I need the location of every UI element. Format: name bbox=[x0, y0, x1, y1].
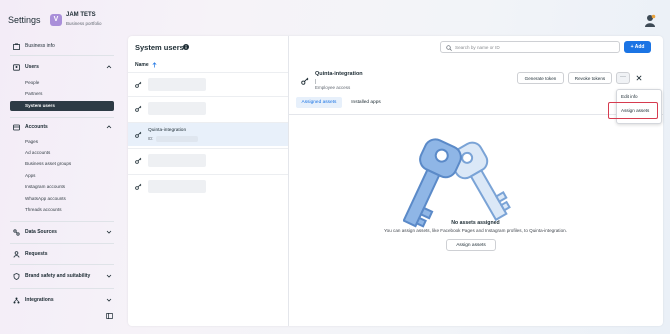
profile-avatar-icon[interactable] bbox=[644, 14, 656, 27]
key-icon bbox=[135, 183, 142, 190]
key-icon bbox=[135, 81, 142, 88]
sidebar: Business info Users People Partners Syst… bbox=[0, 36, 124, 326]
portfolio-name[interactable]: JAM TETS bbox=[66, 12, 96, 18]
main-panel: System users Name Quinta-integration ID: bbox=[128, 36, 663, 326]
sidebar-section-brand-safety[interactable]: Brand safety and suitability bbox=[12, 271, 90, 281]
add-button[interactable]: + Add bbox=[624, 41, 651, 53]
page-title: System users bbox=[135, 43, 184, 52]
sidebar-section-users[interactable]: Users bbox=[12, 62, 39, 72]
list-item[interactable] bbox=[128, 72, 288, 96]
list-item[interactable] bbox=[128, 96, 288, 120]
divider bbox=[10, 117, 114, 118]
menu-item-edit-info[interactable]: Edit info bbox=[621, 94, 638, 99]
divider bbox=[10, 264, 114, 265]
accounts-icon bbox=[12, 123, 21, 132]
search-box[interactable] bbox=[440, 41, 620, 53]
highlight-box bbox=[608, 102, 658, 119]
redacted-name bbox=[148, 180, 206, 193]
sidebar-section-label: Accounts bbox=[25, 124, 48, 130]
sort-arrow-up-icon[interactable] bbox=[152, 62, 157, 68]
sidebar-item-pages[interactable]: Pages bbox=[25, 139, 38, 144]
sidebar-item-whatsapp-accounts[interactable]: WhatsApp accounts bbox=[25, 196, 66, 201]
key-icon bbox=[135, 105, 142, 112]
users-icon bbox=[12, 63, 21, 72]
chevron-up-icon[interactable] bbox=[106, 64, 112, 70]
divider bbox=[10, 288, 114, 289]
key-icon bbox=[301, 77, 309, 85]
redacted-id bbox=[315, 79, 316, 84]
assign-assets-button[interactable]: Assign assets bbox=[446, 239, 496, 251]
portfolio-subtitle: Business portfolio bbox=[66, 21, 102, 26]
list-item[interactable] bbox=[128, 174, 288, 198]
data-sources-icon bbox=[12, 228, 21, 237]
sidebar-item-threads-accounts[interactable]: Threads accounts bbox=[25, 207, 62, 212]
empty-state-title: No assets assigned bbox=[451, 220, 500, 226]
sidebar-item-requests[interactable]: Requests bbox=[12, 249, 48, 259]
sidebar-item-system-users[interactable]: System users bbox=[10, 101, 114, 111]
redacted-id bbox=[156, 136, 198, 142]
key-icon bbox=[135, 131, 142, 138]
sidebar-item-ad-accounts[interactable]: Ad accounts bbox=[25, 150, 50, 155]
tab-installed-apps[interactable]: Installed apps bbox=[346, 97, 386, 108]
sidebar-section-label: Brand safety and suitability bbox=[25, 273, 91, 279]
sidebar-item-apps[interactable]: Apps bbox=[25, 173, 35, 178]
system-users-list-panel: System users Name Quinta-integration ID: bbox=[128, 36, 289, 326]
chevron-down-icon[interactable] bbox=[106, 229, 112, 235]
name-column-header[interactable]: Name bbox=[135, 62, 149, 68]
portfolio-avatar[interactable]: V bbox=[50, 14, 62, 26]
sidebar-section-label: Data Sources bbox=[25, 229, 57, 235]
sidebar-item-business-info[interactable]: Business info bbox=[12, 41, 55, 51]
divider bbox=[10, 221, 114, 222]
divider bbox=[288, 114, 663, 115]
divider bbox=[10, 55, 114, 56]
search-icon bbox=[446, 44, 452, 51]
detail-user-role: Employee access bbox=[315, 85, 351, 90]
chevron-down-icon[interactable] bbox=[106, 273, 112, 279]
sidebar-item-label: Requests bbox=[25, 251, 48, 257]
close-icon[interactable] bbox=[636, 75, 642, 81]
divider bbox=[10, 243, 114, 244]
revoke-tokens-button[interactable]: Revoke tokens bbox=[568, 72, 612, 84]
info-icon[interactable] bbox=[183, 44, 189, 50]
tab-assigned-assets[interactable]: Assigned assets bbox=[296, 97, 342, 108]
integrations-icon bbox=[12, 296, 21, 305]
collapse-sidebar-icon[interactable] bbox=[106, 313, 113, 319]
sidebar-section-integrations[interactable]: Integrations bbox=[12, 295, 54, 305]
shield-icon bbox=[12, 272, 21, 281]
sidebar-item-instagram-accounts[interactable]: Instagram accounts bbox=[25, 184, 65, 189]
redacted-name bbox=[148, 154, 206, 167]
redacted-name bbox=[148, 102, 206, 115]
key-icon bbox=[135, 157, 142, 164]
search-input[interactable] bbox=[455, 43, 615, 51]
sidebar-item-label: Business info bbox=[25, 43, 55, 49]
user-name: Quinta-integration bbox=[148, 128, 187, 133]
generate-token-button[interactable]: Generate token bbox=[517, 72, 564, 84]
chevron-up-icon[interactable] bbox=[106, 124, 112, 130]
sidebar-section-label: Integrations bbox=[25, 297, 54, 303]
app-title: Settings bbox=[8, 15, 41, 25]
building-icon bbox=[12, 42, 21, 51]
sidebar-item-partners[interactable]: Partners bbox=[25, 91, 42, 96]
detail-user-name: Quinta-integration bbox=[315, 71, 363, 77]
user-id-label: ID: bbox=[148, 136, 154, 141]
list-item-selected[interactable]: Quinta-integration ID: bbox=[128, 122, 288, 146]
top-bar: Settings V JAM TETS Business portfolio bbox=[0, 0, 670, 36]
sidebar-section-label: Users bbox=[25, 64, 39, 70]
redacted-name bbox=[148, 78, 206, 91]
chevron-down-icon[interactable] bbox=[106, 297, 112, 303]
sidebar-item-business-asset-groups[interactable]: Business asset groups bbox=[25, 161, 71, 166]
list-item[interactable] bbox=[128, 148, 288, 172]
person-icon bbox=[12, 250, 21, 259]
sidebar-section-data-sources[interactable]: Data Sources bbox=[12, 227, 57, 237]
sidebar-section-accounts[interactable]: Accounts bbox=[12, 122, 48, 132]
sidebar-item-people[interactable]: People bbox=[25, 80, 39, 85]
empty-state-description: You can assign assets, like Facebook Pag… bbox=[384, 228, 567, 233]
more-options-button[interactable]: ··· bbox=[616, 72, 630, 84]
